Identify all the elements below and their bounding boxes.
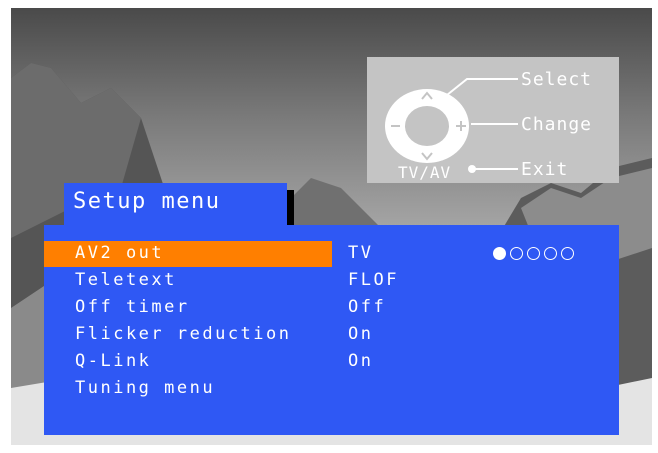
tv-screen: Select Change Exit TV/AV Setup menu AV2 … xyxy=(11,8,652,445)
menu-item-label: Off timer xyxy=(75,297,190,317)
setup-menu-panel: AV2 out TV Teletext FLOF Off timer Off F… xyxy=(44,225,619,435)
menu-item-value: Off xyxy=(348,297,387,317)
menu-item-teletext[interactable]: Teletext FLOF xyxy=(44,268,619,294)
menu-item-q-link[interactable]: Q-Link On xyxy=(44,349,619,375)
menu-item-tuning-menu[interactable]: Tuning menu xyxy=(44,376,619,402)
menu-item-value: On xyxy=(348,351,374,371)
menu-item-label: Teletext xyxy=(75,270,177,290)
page-dot xyxy=(527,247,540,260)
page-dot xyxy=(510,247,523,260)
menu-item-value: TV xyxy=(348,243,374,263)
page-dot xyxy=(561,247,574,260)
tvav-label: TV/AV xyxy=(398,163,452,182)
menu-item-value: On xyxy=(348,324,374,344)
menu-title: Setup menu xyxy=(73,189,221,214)
help-panel: Select Change Exit TV/AV xyxy=(367,57,619,183)
page-indicator xyxy=(493,247,574,260)
page-dot-active xyxy=(493,247,506,260)
menu-item-off-timer[interactable]: Off timer Off xyxy=(44,295,619,321)
menu-item-label: AV2 out xyxy=(75,243,165,263)
exit-hint-label: Exit xyxy=(521,159,569,180)
menu-item-value: FLOF xyxy=(348,270,399,290)
menu-title-box: Setup menu xyxy=(64,183,287,225)
change-hint-label: Change xyxy=(521,114,593,135)
menu-item-label: Flicker reduction xyxy=(75,324,292,344)
select-hint-label: Select xyxy=(521,69,593,90)
menu-item-flicker-reduction[interactable]: Flicker reduction On xyxy=(44,322,619,348)
page-dot xyxy=(544,247,557,260)
menu-item-label: Tuning menu xyxy=(75,378,216,398)
menu-item-label: Q-Link xyxy=(75,351,152,371)
menu-item-av2-out[interactable]: AV2 out TV xyxy=(44,241,619,267)
